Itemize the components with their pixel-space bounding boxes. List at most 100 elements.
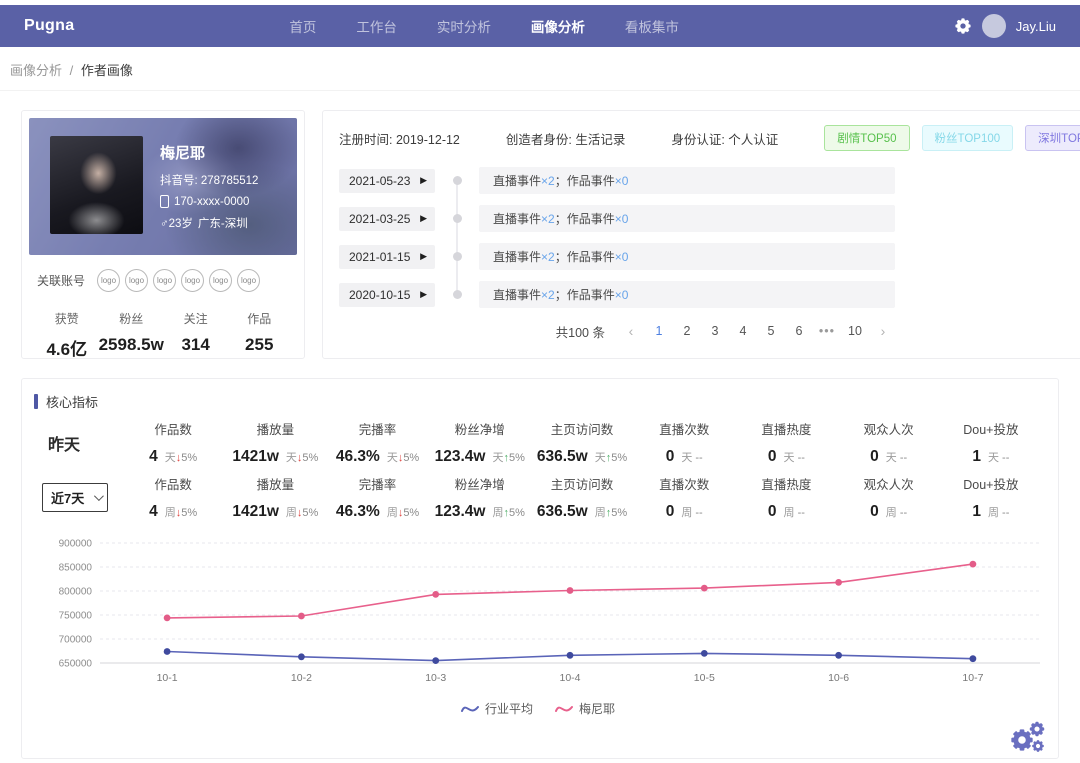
linked-account-logo[interactable]: logo [209, 269, 232, 292]
metric-trend: ↑5% [606, 507, 627, 519]
brand-logo[interactable]: Pugna [24, 17, 74, 35]
linked-account-logo[interactable]: logo [153, 269, 176, 292]
metric-header: 直播热度 [735, 419, 837, 438]
metric-period: 天 [988, 452, 999, 464]
timeline-date: 2020-10-15 [349, 288, 410, 302]
pagination-page-3[interactable]: 3 [703, 319, 727, 343]
timeline-date-chip[interactable]: 2021-05-23▶ [339, 169, 435, 193]
user-avatar[interactable] [982, 14, 1006, 38]
timeline-event-bar[interactable]: 直播事件×2；作品事件×0 [479, 205, 895, 232]
timeline-date-chip[interactable]: 2021-03-25▶ [339, 207, 435, 231]
timeline-date-chip[interactable]: 2020-10-15▶ [339, 283, 435, 307]
pagination-prev[interactable]: ‹ [619, 319, 643, 343]
live-event-count: ×2 [541, 250, 555, 264]
timeline-dot-cell [435, 290, 479, 299]
metric-直播热度: 直播热度0天 -- [735, 419, 837, 466]
metric-header: 直播次数 [633, 419, 735, 438]
pagination-page-2[interactable]: 2 [675, 319, 699, 343]
stat-关注: 关注314 [164, 310, 228, 360]
svg-text:10-3: 10-3 [425, 672, 446, 684]
metric-trend: -- [692, 507, 702, 519]
profile-banner-image: 梅尼耶 抖音号: 278785512 170-xxxx-0000 ♂23岁 广东… [29, 118, 297, 255]
profile-photo [50, 136, 143, 234]
line-chart[interactable]: 65000070000075000080000085000090000010-1… [34, 535, 1060, 693]
linked-account-logo[interactable]: logo [97, 269, 120, 292]
metric-period: 周 [165, 507, 176, 519]
timeline-row: 2020-10-15▶ 直播事件×2；作品事件×0 [339, 281, 895, 308]
svg-text:10-6: 10-6 [828, 672, 849, 684]
play-icon: ▶ [420, 175, 427, 186]
arrow-up-icon: ↑ [503, 452, 509, 464]
metric-period: 天 [784, 452, 795, 464]
svg-text:10-2: 10-2 [291, 672, 312, 684]
linked-accounts-list: logologologologologologo [97, 269, 265, 292]
period-select[interactable]: 近7天 [42, 483, 108, 512]
work-event-label: 作品事件 [567, 286, 615, 303]
gears-widget-icon[interactable] [1008, 720, 1046, 754]
nav-item-画像分析[interactable]: 画像分析 [531, 16, 585, 36]
metric-header: 作品数 [122, 474, 224, 493]
metric-value: 1 [972, 448, 981, 465]
linked-account-logo[interactable]: logo [237, 269, 260, 292]
stat-value: 314 [164, 335, 228, 355]
linked-account-logo[interactable]: logo [125, 269, 148, 292]
metric-观众人次: 观众人次0周 -- [838, 474, 940, 521]
metrics-row: 昨天作品数4天↓5%播放量1421w天↓5%完播率46.3%天↓5%粉丝净增12… [34, 419, 1042, 466]
live-event-label: 直播事件 [493, 248, 541, 265]
pagination-page-5[interactable]: 5 [759, 319, 783, 343]
timeline-event-bar[interactable]: 直播事件×2；作品事件×0 [479, 281, 895, 308]
nav-item-首页[interactable]: 首页 [289, 16, 316, 36]
legend-item-行业平均[interactable]: 行业平均 [461, 700, 533, 717]
metric-value-line: 0天 -- [633, 448, 735, 466]
nav-item-工作台[interactable]: 工作台 [356, 16, 397, 36]
svg-text:800000: 800000 [59, 587, 93, 598]
metric-Dou+投放: Dou+投放1天 -- [940, 419, 1042, 466]
metric-period: 周 [784, 507, 795, 519]
timeline-dot [453, 214, 462, 223]
badge-green[interactable]: 剧情TOP50 [824, 125, 909, 151]
metric-value-line: 123.4w天↑5% [429, 448, 531, 466]
event-separator: ； [555, 248, 567, 265]
username[interactable]: Jay.Liu [1016, 19, 1056, 34]
metric-value-line: 4天↓5% [122, 448, 224, 466]
timeline-date-chip[interactable]: 2021-01-15▶ [339, 245, 435, 269]
timeline-event-bar[interactable]: 直播事件×2；作品事件×0 [479, 243, 895, 270]
nav-item-实时分析[interactable]: 实时分析 [437, 16, 491, 36]
play-icon: ▶ [420, 251, 427, 262]
metric-直播次数: 直播次数0周 -- [633, 474, 735, 521]
timeline-wrap: 2021-05-23▶直播事件×2；作品事件×02021-03-25▶直播事件×… [339, 167, 895, 343]
timeline-date: 2021-03-25 [349, 212, 410, 226]
timeline-row: 2021-03-25▶ 直播事件×2；作品事件×0 [339, 205, 895, 232]
timeline-dot-cell [435, 252, 479, 261]
metric-播放量: 播放量 1421w天↓5% [224, 419, 326, 466]
pagination-page-10[interactable]: 10 [843, 319, 867, 343]
metric-value: 4 [149, 448, 158, 465]
nav-item-看板集市[interactable]: 看板集市 [625, 16, 679, 36]
svg-text:900000: 900000 [59, 539, 93, 550]
metric-value-line: 1421w天↓5% [224, 448, 326, 466]
pagination-page-6[interactable]: 6 [787, 319, 811, 343]
timeline-row: 2021-01-15▶ 直播事件×2；作品事件×0 [339, 243, 895, 270]
linked-account-logo[interactable]: logo [181, 269, 204, 292]
pagination-page-1[interactable]: 1 [647, 319, 671, 343]
live-event-label: 直播事件 [493, 172, 541, 189]
top-badges: 剧情TOP50 粉丝TOP100 深圳TOP10 [824, 125, 1080, 151]
badge-cyan[interactable]: 粉丝TOP100 [922, 125, 1014, 151]
breadcrumb-section[interactable]: 画像分析 [10, 63, 62, 78]
work-event-count: ×0 [615, 212, 629, 226]
metric-粉丝净增: 粉丝净增123.4w天↑5% [429, 419, 531, 466]
legend-item-梅尼耶[interactable]: 梅尼耶 [555, 700, 615, 717]
work-event-count: ×0 [615, 250, 629, 264]
pagination-next[interactable]: › [871, 319, 895, 343]
pagination-page-4[interactable]: 4 [731, 319, 755, 343]
metric-header: 完播率 [326, 419, 428, 438]
metric-header: 播放量 [224, 419, 326, 438]
profile-douyin-id: 抖音号: 278785512 [160, 172, 258, 188]
profile-location: 广东-深圳 [198, 215, 248, 231]
arrow-up-icon: ↑ [606, 452, 612, 464]
metric-value-line: 636.5w天↑5% [531, 448, 633, 466]
settings-gear-icon[interactable] [954, 17, 972, 35]
metric-value: 0 [768, 448, 777, 465]
timeline-event-bar[interactable]: 直播事件×2；作品事件×0 [479, 167, 895, 194]
badge-purple[interactable]: 深圳TOP10 [1025, 125, 1080, 151]
